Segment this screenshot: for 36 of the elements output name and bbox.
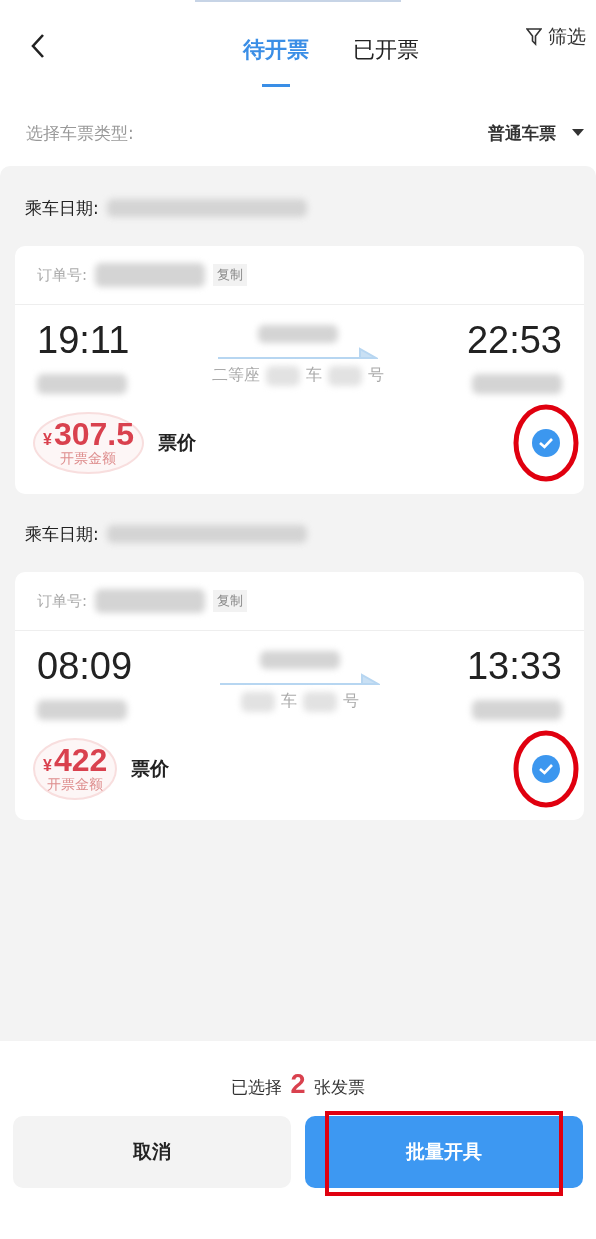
order-number-label: 订单号: bbox=[37, 591, 88, 611]
seat-text: 二等座 bbox=[212, 365, 261, 386]
arrow-icon bbox=[219, 673, 380, 687]
back-icon[interactable] bbox=[30, 33, 46, 59]
seat-text: 车 bbox=[306, 365, 323, 386]
blurred-text bbox=[302, 691, 337, 712]
arrival-time: 13:33 bbox=[466, 645, 562, 688]
caret-icon[interactable] bbox=[572, 129, 584, 137]
price-label: 票价 bbox=[158, 430, 197, 455]
seat-text: 号 bbox=[342, 691, 359, 712]
stamp-text: 开票金额 bbox=[47, 776, 104, 794]
price-amount: ¥307.5 bbox=[43, 418, 134, 450]
arrival-time: 22:53 bbox=[466, 319, 562, 362]
arrow-icon bbox=[218, 347, 379, 361]
order-number-label: 订单号: bbox=[37, 265, 88, 285]
price-label: 票价 bbox=[131, 756, 171, 781]
travel-date-label: 乘车日期: bbox=[25, 196, 99, 220]
seat-text: 车 bbox=[280, 691, 297, 712]
ticket-type-dropdown[interactable]: 普通车票 bbox=[488, 121, 556, 145]
departure-time: 19:11 bbox=[37, 319, 130, 362]
tab[interactable]: 已开票 bbox=[353, 11, 419, 87]
seat-text: 号 bbox=[368, 365, 385, 386]
action-button[interactable]: 取消 bbox=[13, 1116, 291, 1188]
blurred-text bbox=[328, 365, 363, 386]
stamp-text: 开票金额 bbox=[60, 450, 117, 468]
filter-link[interactable]: 筛选 bbox=[548, 24, 586, 50]
filter-icon[interactable] bbox=[526, 28, 542, 46]
selection-summary: 已选择 2 张发票 bbox=[231, 1069, 365, 1100]
travel-date-label: 乘车日期: bbox=[25, 522, 99, 546]
ticket-type-label: 选择车票类型: bbox=[26, 121, 134, 145]
departure-time: 08:09 bbox=[37, 645, 133, 688]
blurred-text bbox=[266, 365, 301, 386]
blurred-text bbox=[240, 691, 275, 712]
checkbox[interactable] bbox=[531, 754, 561, 784]
price-amount: ¥422 bbox=[43, 744, 108, 776]
checkbox[interactable] bbox=[531, 428, 561, 458]
